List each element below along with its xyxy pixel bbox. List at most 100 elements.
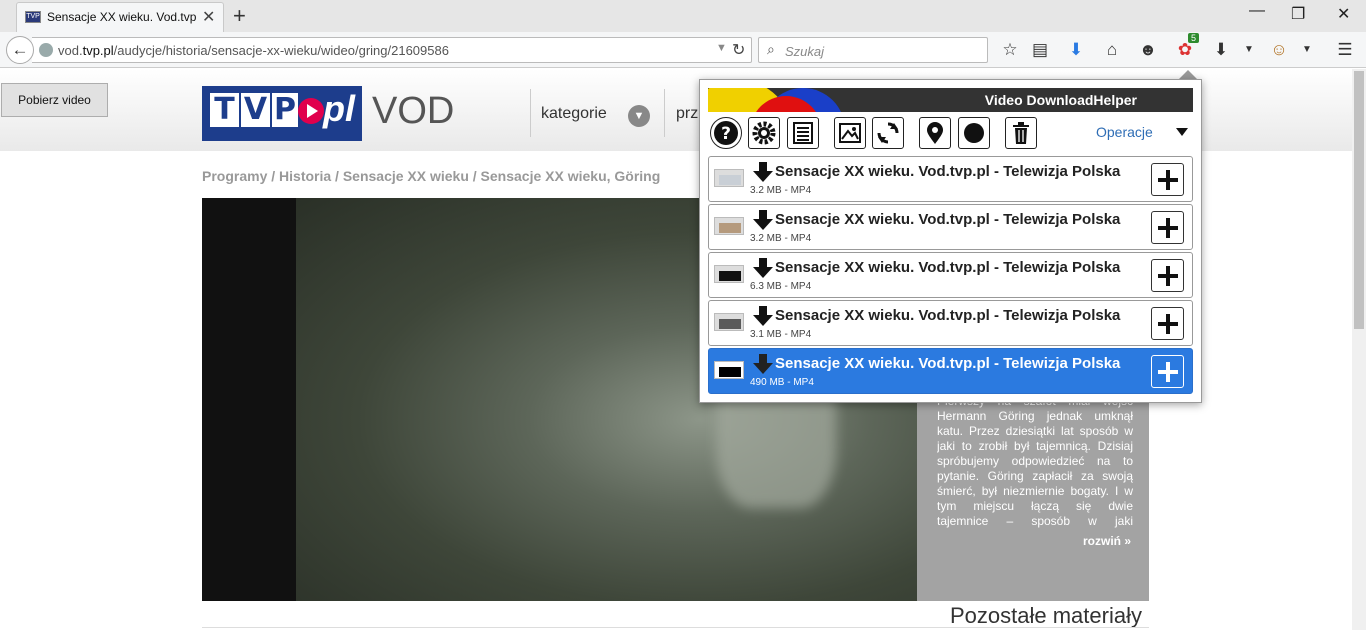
clear-button[interactable] [1005, 117, 1037, 149]
list-icon [793, 122, 813, 144]
settings-icon [752, 121, 776, 145]
vdh-logo-icon [708, 88, 841, 112]
video-item[interactable]: Sensacje XX wieku. Vod.tvp.pl - Telewizj… [708, 204, 1193, 250]
search-box[interactable]: ⌕ Szukaj [758, 37, 988, 63]
add-action-button[interactable] [1151, 307, 1184, 340]
video-downloadhelper-icon[interactable]: ✿ [1174, 40, 1196, 60]
smiley-feedback-icon[interactable]: ☻ [1137, 40, 1159, 60]
nav-divider [664, 89, 665, 137]
dropdown-caret-icon[interactable]: ▼ [1296, 44, 1318, 55]
convert-icon [877, 122, 899, 144]
image-button[interactable] [834, 117, 866, 149]
help-button[interactable]: ? [710, 117, 742, 149]
thumb-fill [719, 223, 741, 233]
scrollbar[interactable] [1352, 69, 1366, 630]
chevron-down-icon[interactable] [1176, 128, 1188, 136]
video-title: Sensacje XX wieku. Vod.tvp.pl - Telewizj… [775, 211, 1121, 228]
expand-description-link[interactable]: rozwiń » [1083, 534, 1131, 548]
maximize-icon[interactable]: ❐ [1291, 4, 1305, 24]
downloads-icon[interactable]: ⬇ [1065, 40, 1087, 60]
download-arrow-icon[interactable] [752, 161, 774, 183]
tab-bar: TVP Sensacje XX wieku. Vod.tvp.pl ✕ + — … [0, 0, 1366, 32]
add-action-button[interactable] [1151, 211, 1184, 244]
navigation-toolbar: vod.tvp.pl/audycje/historia/sensacje-xx-… [0, 32, 1366, 68]
description-text: Pierwszy na szafot miał wejść Hermann Gö… [937, 394, 1133, 528]
video-downloadhelper-popup: Video DownloadHelper ? Operacje Sensacje… [699, 79, 1202, 403]
popup-pointer [1179, 70, 1197, 79]
list-button[interactable] [787, 117, 819, 149]
logo-vod: VOD [372, 90, 455, 132]
scrollbar-thumb[interactable] [1354, 71, 1364, 329]
globe-icon [39, 43, 53, 57]
logo-letter: P [272, 92, 298, 127]
dropdown-caret-icon[interactable]: ▼ [1238, 44, 1260, 55]
minimize-icon[interactable]: — [1249, 2, 1265, 20]
close-window-icon[interactable]: ✕ [1337, 4, 1350, 24]
reading-list-icon[interactable]: ▤ [1029, 40, 1051, 60]
video-title: Sensacje XX wieku. Vod.tvp.pl - Telewizj… [775, 163, 1121, 180]
pobierz-video-button[interactable]: Pobierz video [1, 83, 108, 117]
video-thumbnail [714, 265, 744, 283]
monkey-icon[interactable]: ☺ [1268, 40, 1290, 60]
new-tab-button[interactable]: + [233, 3, 246, 29]
video-meta: 3.2 MB - MP4 [750, 185, 812, 196]
popup-header: Video DownloadHelper [708, 88, 1193, 112]
trash-icon [1013, 122, 1029, 144]
video-item[interactable]: Sensacje XX wieku. Vod.tvp.pl - Telewizj… [708, 156, 1193, 202]
video-meta: 490 MB - MP4 [750, 377, 814, 388]
breadcrumb[interactable]: Programy / Historia / Sensacje XX wieku … [202, 168, 660, 184]
menu-icon[interactable]: ☰ [1334, 40, 1356, 60]
thumb-fill [719, 271, 741, 281]
video-item[interactable]: Sensacje XX wieku. Vod.tvp.pl - Telewizj… [708, 300, 1193, 346]
address-bar[interactable]: vod.tvp.pl/audycje/historia/sensacje-xx-… [32, 37, 752, 63]
download-arrow-icon[interactable] [752, 305, 774, 327]
divider [202, 627, 1149, 628]
add-action-button[interactable] [1151, 355, 1184, 388]
download-arrow-icon[interactable] [752, 353, 774, 375]
video-thumbnail [714, 361, 744, 379]
add-action-button[interactable] [1151, 259, 1184, 292]
convert-button[interactable] [872, 117, 904, 149]
search-input[interactable]: Szukaj [785, 44, 824, 59]
logo-letter: T [210, 93, 239, 127]
nav-kategorie[interactable]: kategorie [541, 105, 607, 123]
location-button[interactable] [919, 117, 951, 149]
record-button[interactable] [958, 117, 990, 149]
record-icon [964, 123, 984, 143]
chevron-down-icon[interactable]: ▼ [628, 105, 650, 127]
browser-tab[interactable]: TVP Sensacje XX wieku. Vod.tvp.pl ✕ [16, 2, 224, 32]
reload-icon[interactable]: ↻ [732, 40, 745, 60]
bookmark-star-icon[interactable]: ☆ [999, 40, 1021, 60]
video-title: Sensacje XX wieku. Vod.tvp.pl - Telewizj… [775, 307, 1121, 324]
operations-menu[interactable]: Operacje [1096, 124, 1153, 140]
back-button[interactable]: ← [6, 36, 34, 64]
video-meta: 3.2 MB - MP4 [750, 233, 812, 244]
tab-title: Sensacje XX wieku. Vod.tvp.pl [47, 10, 197, 24]
download-arrow-icon[interactable] [752, 209, 774, 231]
thumb-fill [719, 367, 741, 377]
video-item[interactable]: Sensacje XX wieku. Vod.tvp.pl - Telewizj… [708, 252, 1193, 298]
thumb-fill [719, 319, 741, 329]
download-arrow-icon[interactable]: ⬇ [1210, 40, 1232, 60]
thumb-fill [719, 175, 741, 185]
video-item-selected[interactable]: Sensacje XX wieku. Vod.tvp.pl - Telewizj… [708, 348, 1193, 394]
url-text[interactable]: vod.tvp.pl/audycje/historia/sensacje-xx-… [58, 43, 449, 58]
settings-button[interactable] [748, 117, 780, 149]
url-dropdown-icon[interactable]: ▼ [716, 42, 727, 54]
video-meta: 6.3 MB - MP4 [750, 281, 812, 292]
download-arrow-icon[interactable] [752, 257, 774, 279]
video-thumbnail [714, 313, 744, 331]
video-title: Sensacje XX wieku. Vod.tvp.pl - Telewizj… [775, 259, 1121, 276]
help-icon: ? [714, 121, 738, 145]
video-thumbnail [714, 169, 744, 187]
add-action-button[interactable] [1151, 163, 1184, 196]
home-icon[interactable]: ⌂ [1101, 40, 1123, 60]
tvp-favicon-icon: TVP [25, 11, 41, 23]
popup-title: Video DownloadHelper [984, 92, 1137, 108]
close-tab-icon[interactable]: ✕ [202, 7, 215, 27]
url-domain: tvp.pl [82, 43, 114, 58]
url-path: /audycje/historia/sensacje-xx-wieku/wide… [113, 43, 449, 58]
image-icon [839, 123, 861, 143]
nav-divider [530, 89, 531, 137]
video-thumbnail [714, 217, 744, 235]
